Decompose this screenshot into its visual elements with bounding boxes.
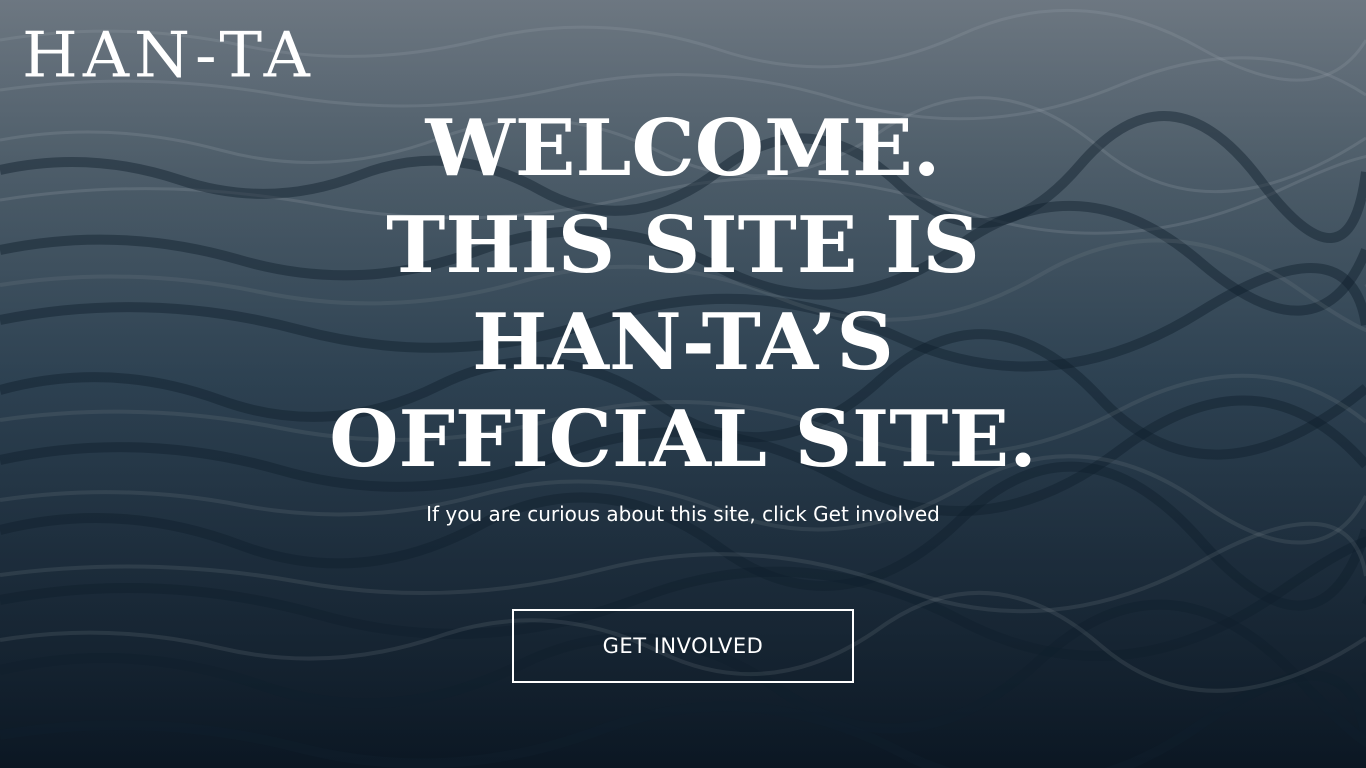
site-logo[interactable]: HAN-TA	[22, 25, 315, 88]
hero-headline-line: WELCOME.	[425, 103, 941, 194]
hero-headline-line: OFFICIAL SITE.	[329, 394, 1037, 485]
get-involved-button-label: GET INVOLVED	[602, 634, 764, 658]
hero-headline: WELCOME. THIS SITE IS HAN-TA’S OFFICIAL …	[0, 100, 1366, 488]
hero-subtitle: If you are curious about this site, clic…	[426, 502, 940, 526]
hero-headline-line: THIS SITE IS	[386, 200, 980, 291]
hero-headline-line: HAN-TA’S	[472, 297, 894, 388]
get-involved-button[interactable]: GET INVOLVED	[512, 609, 854, 683]
